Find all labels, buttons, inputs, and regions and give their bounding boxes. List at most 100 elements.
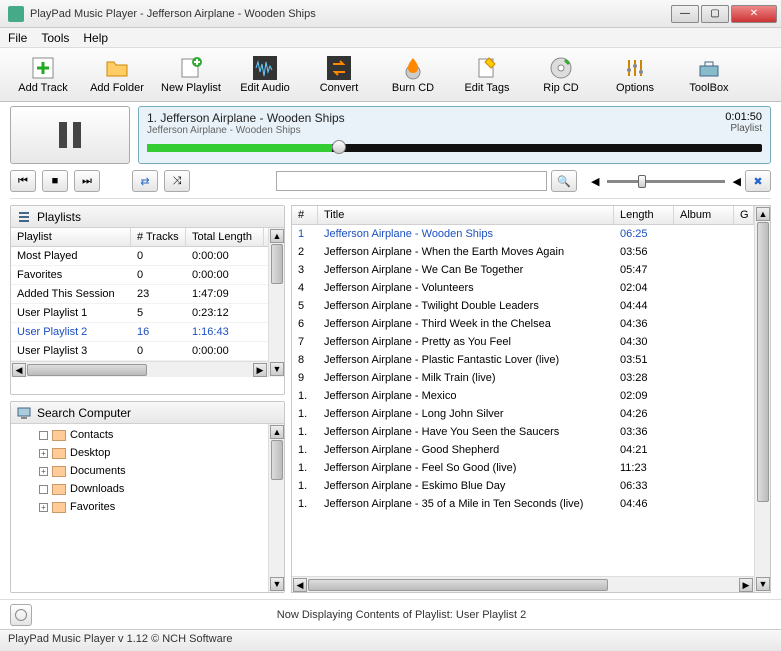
tree-node[interactable]: +Desktop (15, 444, 264, 462)
status-message: Now Displaying Contents of Playlist: Use… (32, 609, 771, 621)
add-folder-button[interactable]: Add Folder (82, 51, 152, 99)
burn-cd-button[interactable]: Burn CD (378, 51, 448, 99)
th-length[interactable]: Length (614, 206, 674, 224)
playlists-hscroll[interactable]: ◀▶ (11, 361, 268, 377)
folder-icon (52, 502, 66, 513)
shuffle-button[interactable]: ⤨ (164, 170, 190, 192)
th-g[interactable]: G (734, 206, 754, 224)
search-button[interactable]: 🔍 (551, 170, 577, 192)
mute-button[interactable]: ✖ (745, 170, 771, 192)
playlists-vscroll[interactable]: ▲▼ (268, 228, 284, 377)
stop-button[interactable]: ■ (42, 170, 68, 192)
playlist-icon (179, 56, 203, 80)
playlist-row[interactable]: Favorites00:00:00 (11, 266, 268, 285)
expand-icon[interactable] (39, 485, 48, 494)
repeat-button[interactable]: ⇄ (132, 170, 158, 192)
minimize-button[interactable]: — (671, 5, 699, 23)
toolbox-button[interactable]: ToolBox (674, 51, 744, 99)
th-title[interactable]: Title (318, 206, 614, 224)
th-playlist[interactable]: Playlist (11, 228, 131, 246)
tracks-hscroll[interactable]: ◀▶ (292, 576, 754, 592)
playlist-row[interactable]: Added This Session231:47:09 (11, 285, 268, 304)
track-row[interactable]: 1.Jefferson Airplane - Have You Seen the… (292, 423, 754, 441)
progress-fill (147, 144, 332, 152)
progress-bar[interactable] (147, 144, 762, 152)
tree-node[interactable]: +Favorites (15, 498, 264, 516)
playlists-panel: Playlists Playlist # Tracks Total Length… (10, 205, 285, 395)
prev-button[interactable]: ⏮ (10, 170, 36, 192)
playlist-row[interactable]: User Playlist 150:23:12 (11, 304, 268, 323)
status-bar: Now Displaying Contents of Playlist: Use… (0, 599, 781, 629)
tree-vscroll[interactable]: ▲▼ (268, 424, 284, 592)
pause-icon (59, 122, 81, 148)
playlists-table: Playlist # Tracks Total Length Most Play… (11, 228, 268, 361)
expand-icon[interactable]: + (39, 449, 48, 458)
footer-text: PlayPad Music Player v 1.12 © NCH Softwa… (8, 633, 233, 645)
rip-cd-button[interactable]: Rip CD (526, 51, 596, 99)
tree-node[interactable]: Contacts (15, 426, 264, 444)
search-input[interactable] (276, 171, 547, 191)
track-row[interactable]: 6Jefferson Airplane - Third Week in the … (292, 315, 754, 333)
next-button[interactable]: ⏭ (74, 170, 100, 192)
new-playlist-button[interactable]: New Playlist (156, 51, 226, 99)
disc-icon (15, 609, 27, 621)
waveform-icon (253, 56, 277, 80)
disc-button[interactable] (10, 604, 32, 626)
options-button[interactable]: Options (600, 51, 670, 99)
expand-icon[interactable]: + (39, 467, 48, 476)
folder-icon (105, 56, 129, 80)
track-row[interactable]: 9Jefferson Airplane - Milk Train (live)0… (292, 369, 754, 387)
menu-tools[interactable]: Tools (41, 31, 69, 45)
tree-node[interactable]: Downloads (15, 480, 264, 498)
track-row[interactable]: 1.Jefferson Airplane - 35 of a Mile in T… (292, 495, 754, 513)
now-playing-subtitle: Jefferson Airplane - Wooden Ships (147, 125, 762, 136)
edit-audio-button[interactable]: Edit Audio (230, 51, 300, 99)
volume-low-icon: ◀ (591, 175, 599, 188)
maximize-button[interactable]: ▢ (701, 5, 729, 23)
playlist-row[interactable]: User Playlist 2161:16:43 (11, 323, 268, 342)
menu-file[interactable]: File (8, 31, 27, 45)
track-row[interactable]: 1.Jefferson Airplane - Mexico02:09 (292, 387, 754, 405)
now-playing-time: 0:01:50 Playlist (725, 111, 762, 134)
track-row[interactable]: 1.Jefferson Airplane - Feel So Good (liv… (292, 459, 754, 477)
close-button[interactable]: ✕ (731, 5, 777, 23)
titlebar: PlayPad Music Player - Jefferson Airplan… (0, 0, 781, 28)
add-track-button[interactable]: Add Track (8, 51, 78, 99)
track-row[interactable]: 1.Jefferson Airplane - Eskimo Blue Day06… (292, 477, 754, 495)
track-row[interactable]: 5Jefferson Airplane - Twilight Double Le… (292, 297, 754, 315)
toolbar: Add Track Add Folder New Playlist Edit A… (0, 48, 781, 102)
playlist-row[interactable]: Most Played00:00:00 (11, 247, 268, 266)
track-row[interactable]: 1.Jefferson Airplane - Long John Silver0… (292, 405, 754, 423)
th-tracks[interactable]: # Tracks (131, 228, 186, 246)
tracks-vscroll[interactable]: ▲▼ (754, 206, 770, 592)
volume-slider[interactable] (607, 180, 724, 183)
th-album[interactable]: Album (674, 206, 734, 224)
track-row[interactable]: 4Jefferson Airplane - Volunteers02:04 (292, 279, 754, 297)
track-row[interactable]: 1Jefferson Airplane - Wooden Ships06:25 (292, 225, 754, 243)
track-row[interactable]: 8Jefferson Airplane - Plastic Fantastic … (292, 351, 754, 369)
track-row[interactable]: 2Jefferson Airplane - When the Earth Mov… (292, 243, 754, 261)
expand-icon[interactable]: + (39, 503, 48, 512)
progress-thumb[interactable] (332, 140, 346, 154)
convert-button[interactable]: Convert (304, 51, 374, 99)
repeat-icon: ⇄ (140, 175, 149, 188)
wrench-icon (623, 56, 647, 80)
volume-thumb[interactable] (638, 175, 646, 188)
track-row[interactable]: 3Jefferson Airplane - We Can Be Together… (292, 261, 754, 279)
playlist-row[interactable]: User Playlist 300:00:00 (11, 342, 268, 361)
th-total[interactable]: Total Length (186, 228, 264, 246)
track-row[interactable]: 7Jefferson Airplane - Pretty as You Feel… (292, 333, 754, 351)
play-pause-button[interactable] (10, 106, 130, 164)
transport-row: ⏮ ■ ⏭ ⇄ ⤨ 🔍 ◀ ◀ ✖ (0, 168, 781, 198)
folder-tree: Contacts+Desktop+DocumentsDownloads+Favo… (11, 424, 268, 592)
track-row[interactable]: 1.Jefferson Airplane - Good Shepherd04:2… (292, 441, 754, 459)
search-computer-panel: Search Computer Contacts+Desktop+Documen… (10, 401, 285, 593)
cd-icon (549, 56, 573, 80)
menu-help[interactable]: Help (83, 31, 108, 45)
edit-tags-button[interactable]: Edit Tags (452, 51, 522, 99)
expand-icon[interactable] (39, 431, 48, 440)
tree-node[interactable]: +Documents (15, 462, 264, 480)
th-num[interactable]: # (292, 206, 318, 224)
now-playing-title: 1. Jefferson Airplane - Wooden Ships (147, 111, 762, 125)
list-icon (17, 210, 31, 224)
